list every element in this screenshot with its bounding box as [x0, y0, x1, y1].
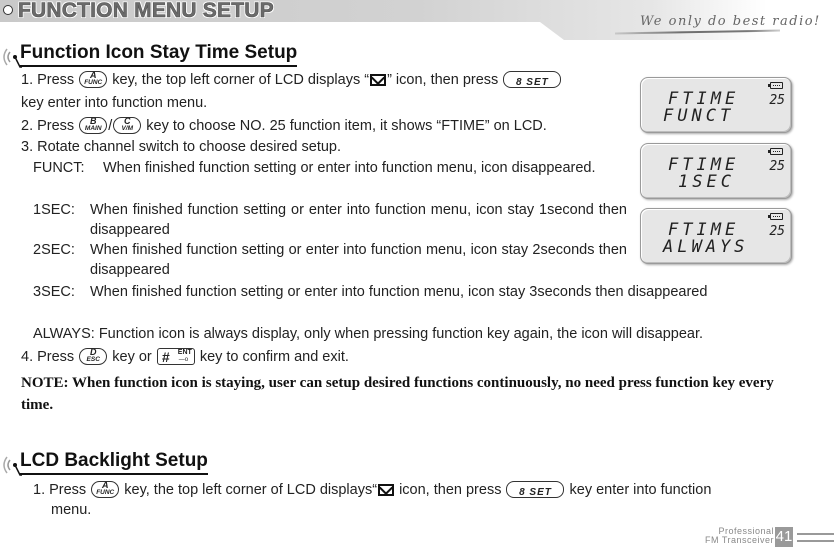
- key-label: MAIN: [84, 125, 102, 132]
- backlight-step-1-line: 1. Press A FUNC key, the top left corner …: [33, 480, 711, 500]
- step-text: key enter into function: [569, 482, 712, 498]
- key-label: ENT: [177, 349, 192, 356]
- slogan: We only do best radio!: [640, 14, 821, 29]
- ent-key-icon: # ENT —o: [156, 348, 195, 365]
- key-label: ESC: [86, 356, 100, 363]
- battery-icon: [768, 213, 783, 220]
- lcd-menu-number: 25: [769, 224, 785, 239]
- function-mail-icon: [378, 484, 395, 496]
- lcd-line-2: ALWAYS: [663, 237, 749, 257]
- step-2-line: 2. Press B MAIN / C V/M key to choose NO. 25…: [21, 116, 547, 136]
- lcd-menu-number: 25: [769, 93, 785, 108]
- note-text: NOTE: When function icon is staying, use…: [21, 375, 774, 413]
- step-text: key, the top left corner of LCD displays…: [124, 482, 378, 498]
- radio-waves-icon: [3, 48, 22, 68]
- section-title: LCD Backlight Setup: [20, 450, 208, 475]
- page-number: 41: [775, 527, 793, 547]
- key-letter: #: [161, 349, 170, 365]
- lcd-line-2: FUNCT: [663, 106, 735, 126]
- footer-brand: Professional FM Transceiver: [705, 527, 774, 545]
- option-label-funct: FUNCT:: [33, 160, 85, 176]
- header-bullet-icon: [3, 5, 13, 15]
- separator: /: [108, 118, 113, 134]
- backlight-step-1-cont: menu.: [51, 502, 92, 518]
- option-always: ALWAYS: Function icon is always display,…: [33, 324, 703, 344]
- step-4-line: 4. Press D ESC key or # ENT —o key to confi…: [21, 347, 349, 367]
- step-text: 2. Press: [21, 118, 75, 134]
- footer-rule: [797, 540, 834, 542]
- lcd-panel-1sec: FTIME 25 1SEC: [640, 143, 792, 199]
- key-label: 8 SET: [519, 487, 552, 498]
- func-key-icon: A FUNC: [91, 481, 120, 498]
- key-label: FUNC: [96, 489, 115, 496]
- step-text: key, the top left corner of LCD displays…: [112, 72, 370, 88]
- radio-waves-icon: [3, 456, 22, 476]
- key-sublabel: —o: [178, 357, 189, 363]
- option-text-2sec: When finished function setting or enter …: [90, 242, 627, 278]
- key-label: 8 SET: [515, 77, 549, 88]
- option-text-3sec: When finished function setting or enter …: [90, 284, 708, 300]
- esc-key-icon: D ESC: [79, 348, 108, 365]
- footer-rule: [797, 533, 834, 535]
- lcd-panel-funct: FTIME 25 FUNCT: [640, 77, 792, 133]
- step-text: 1. Press: [21, 72, 75, 88]
- step-text: key or: [112, 349, 152, 365]
- step-text: key to confirm and exit.: [199, 349, 349, 365]
- step-text: 1. Press: [33, 482, 87, 498]
- option-label-3sec: 3SEC:: [33, 284, 75, 300]
- func-key-icon: A FUNC: [79, 71, 108, 88]
- key-label: FUNC: [84, 79, 103, 86]
- option-text-always: Function icon is always display, only wh…: [98, 326, 704, 342]
- lcd-panel-always: FTIME 25 ALWAYS: [640, 208, 792, 264]
- step-text: 4. Press: [21, 349, 75, 365]
- function-mail-icon: [370, 74, 387, 86]
- step-text: key to choose NO. 25 function item, it s…: [146, 118, 547, 134]
- page-title: FUNCTION MENU SETUP: [18, 0, 274, 22]
- lcd-menu-number: 25: [769, 159, 785, 174]
- section-title: Function Icon Stay Time Setup: [20, 42, 298, 67]
- battery-icon: [768, 82, 783, 89]
- set-key-icon: 8 SET: [506, 481, 565, 498]
- step-1-cont: key enter into function menu.: [21, 95, 208, 111]
- set-key-icon: 8 SET: [503, 71, 562, 88]
- step-text: icon, then press: [395, 482, 502, 498]
- option-label-always: ALWAYS:: [33, 326, 95, 342]
- option-label-2sec: 2SEC:: [33, 242, 75, 258]
- key-label: V/M: [121, 125, 134, 132]
- footer-line-2: FM Transceiver: [704, 535, 774, 545]
- step-3-line: 3. Rotate channel switch to choose desir…: [21, 139, 341, 155]
- vm-key-icon: C V/M: [113, 117, 142, 134]
- option-label-1sec: 1SEC:: [33, 202, 75, 218]
- lcd-line-2: 1SEC: [678, 172, 735, 192]
- option-text-funct: When finished function setting or enter …: [103, 160, 596, 176]
- option-text-1sec: When finished function setting or enter …: [90, 202, 627, 238]
- step-1-line: 1. Press A FUNC key, the top left corner …: [21, 70, 562, 90]
- main-key-icon: B MAIN: [79, 117, 108, 134]
- step-text: ” icon, then press: [387, 72, 499, 88]
- battery-icon: [768, 148, 783, 155]
